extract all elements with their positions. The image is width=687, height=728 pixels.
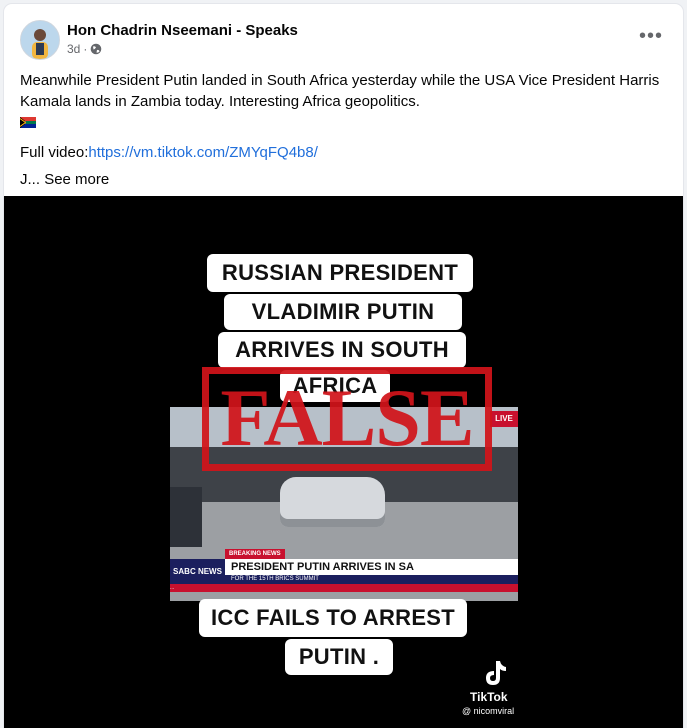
video-link[interactable]: https://vm.tiktok.com/ZMYqFQ4b8/ [88,144,318,161]
see-more-link[interactable]: See more [44,171,109,188]
tiktok-icon [480,658,508,688]
video-prefix: Full video: [20,144,89,161]
flag-line [20,112,660,134]
truncated-line: J... See more [20,169,660,190]
ticker-subheadline: FOR THE 15TH BRICS SUMMIT [225,575,518,584]
caption-top-line-2: VLADIMIR PUTIN [224,294,462,330]
caption-bottom-line-2: PUTIN . [285,639,393,675]
south-africa-flag-icon [20,117,36,128]
tiktok-handle: @ nicomviral [462,706,515,716]
ticker-headline: PRESIDENT PUTIN ARRIVES IN SA [225,559,518,575]
footage-motorcade-car [280,477,385,527]
ticker-scroll-text: ... [170,584,518,592]
caption-top-line-3: ARRIVES IN SOUTH [218,332,466,368]
globe-icon[interactable] [90,43,102,55]
meta-separator: · [83,42,88,56]
news-ticker: BREAKING NEWS SABC NEWS PRESIDENT PUTIN … [170,549,518,601]
author-name[interactable]: Hon Chadrin Nseemani - Speaks [67,22,298,39]
post-card: Hon Chadrin Nseemani - Speaks 3d · ••• M… [4,4,683,728]
caption-top-line-1: RUSSIAN PRESIDENT [207,254,473,292]
ticker-brand-logo: SABC NEWS [170,559,225,584]
more-options-button[interactable]: ••• [639,26,663,46]
post-body: Meanwhile President Putin landed in Sout… [20,72,660,110]
author-avatar[interactable] [20,20,60,60]
false-stamp: FALSE [202,367,492,471]
tiktok-wordmark: TikTok [470,690,508,704]
truncated-text: J... [20,171,41,188]
post-meta: 3d · [67,42,102,56]
video-line: Full video:https://vm.tiktok.com/ZMYqFQ4… [20,142,660,163]
post-time[interactable]: 3d [67,42,80,56]
post-video[interactable]: RUSSIAN PRESIDENT VLADIMIR PUTIN ARRIVES… [4,196,683,728]
caption-bottom-line-1: ICC FAILS TO ARREST [199,599,467,637]
footage-police-car [170,487,202,547]
post-text: Meanwhile President Putin landed in Sout… [20,70,660,190]
avatar-image [21,21,59,59]
tiktok-note-icon [486,661,506,685]
live-badge: LIVE [490,411,518,427]
ticker-breaking: BREAKING NEWS [225,549,285,559]
post-header: Hon Chadrin Nseemani - Speaks 3d · ••• [4,4,683,74]
